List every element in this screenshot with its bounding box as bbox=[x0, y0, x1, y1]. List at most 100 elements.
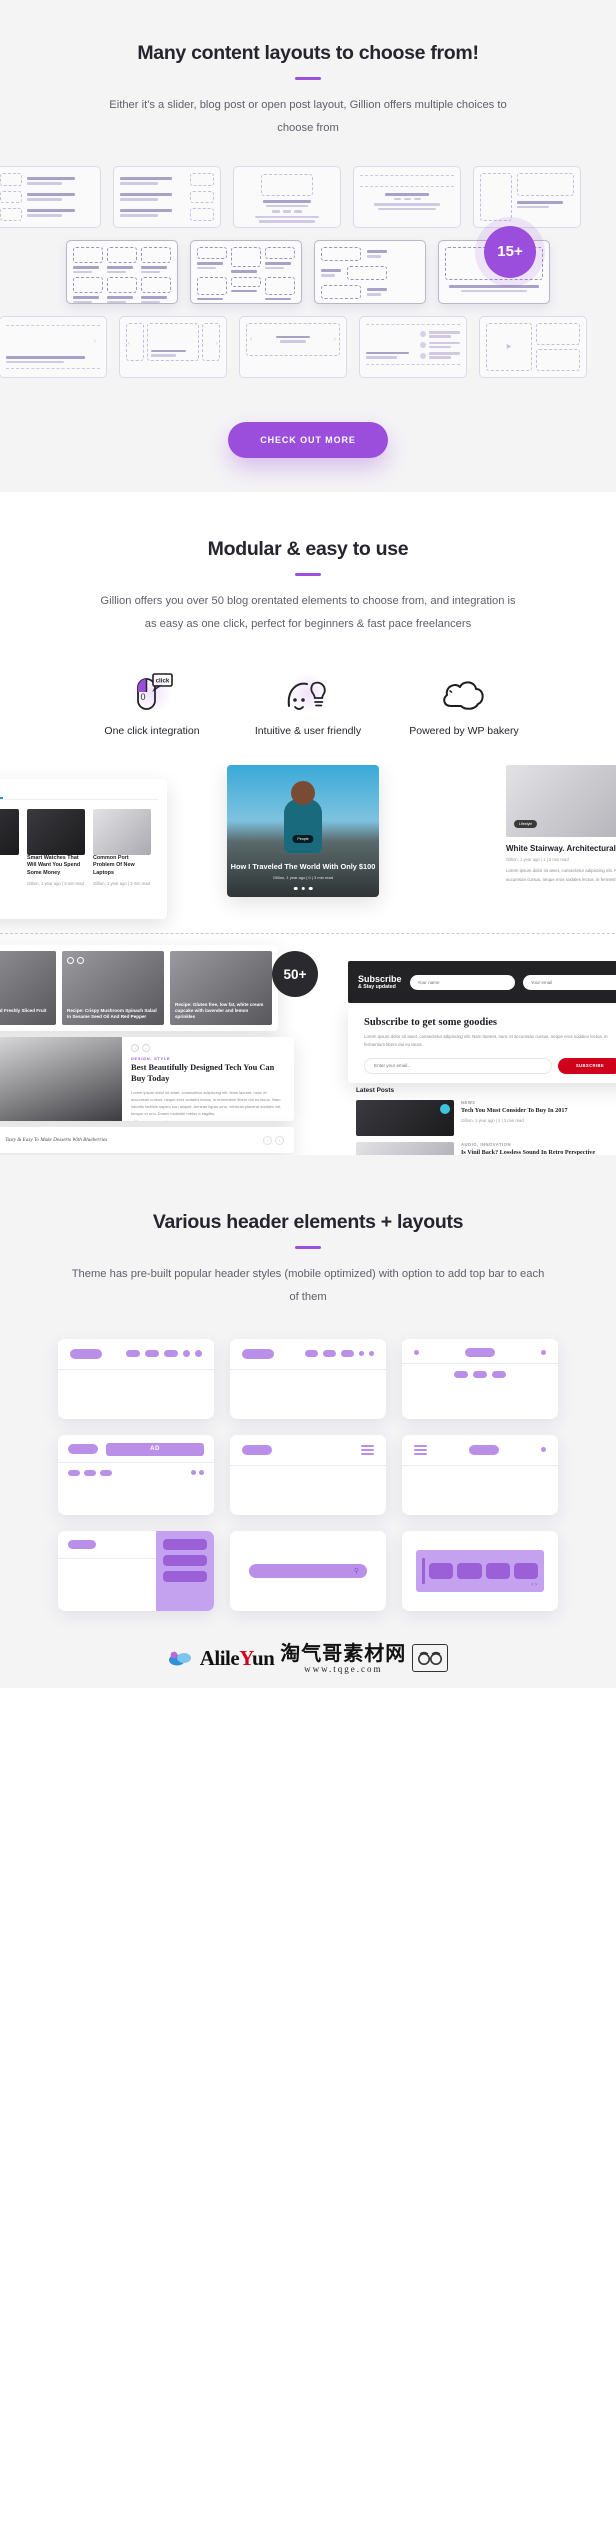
post-title[interactable]: Tech You Must Consider To Buy In 2017 bbox=[461, 1107, 616, 1115]
mouse-click-icon: 0 click bbox=[96, 670, 208, 714]
recipe-item[interactable]: Recipe: Always Add Freshly Sliced Fruit … bbox=[0, 951, 56, 1026]
layout-thumb-list-stack[interactable] bbox=[314, 239, 426, 304]
search-input[interactable]: ⚲ bbox=[249, 1563, 367, 1578]
post-category[interactable]: AUDIO, INNOVATION bbox=[461, 1142, 616, 1147]
header-style-logo-left[interactable] bbox=[58, 1338, 214, 1419]
headers-divider bbox=[295, 1246, 321, 1250]
feature-post-card[interactable]: ‹ › DESIGN, STYLE Best Beautifully Desig… bbox=[0, 1037, 294, 1122]
menu-placeholder[interactable] bbox=[402, 1364, 558, 1378]
layout-thumb-single-image[interactable] bbox=[233, 165, 341, 228]
layout-thumb-slider-single[interactable]: ‹ › bbox=[239, 315, 347, 378]
layout-thumb-two-column[interactable] bbox=[473, 165, 581, 228]
recipe-label: Recipe: bbox=[175, 1002, 192, 1008]
watermark: AlileYun 淘气哥素材网 www.tqge.com bbox=[0, 1632, 616, 1688]
post-title[interactable]: White Stairway. Architectural marvel! bbox=[506, 844, 616, 854]
subscribe-card-text: Lorem ipsum dolor sit amet, consectetur … bbox=[364, 1034, 608, 1047]
recipe-nav-arrows[interactable] bbox=[67, 957, 84, 965]
hamburger-icon[interactable] bbox=[414, 1444, 427, 1455]
feature-label: Intuitive & user friendly bbox=[254, 724, 362, 737]
header-style-with-ad[interactable]: AD bbox=[58, 1434, 214, 1515]
layout-thumb-list-right[interactable] bbox=[113, 165, 221, 228]
recipe-item[interactable]: Recipe: Gluten free, low fat, white crea… bbox=[170, 951, 272, 1026]
elements-count-badge: 50+ bbox=[272, 951, 318, 998]
post-meta: Gillion, 1 year ago | 1 | 3 min read bbox=[506, 857, 569, 863]
gadgets-tab[interactable]: GADGETS bbox=[0, 787, 158, 793]
gadgets-card[interactable]: GADGETS Smart Watches That Will Want You… bbox=[0, 779, 167, 920]
ad-label: AD bbox=[150, 1446, 160, 1453]
layout-thumb-masonry[interactable] bbox=[190, 239, 302, 304]
post-excerpt: Lorem ipsum dolor sit amet, consectetur … bbox=[131, 1089, 282, 1116]
list-item[interactable]: AUDIO, INNOVATION Is Vinil Back? Lossles… bbox=[356, 1142, 616, 1156]
post-title[interactable]: Smart Watches That Will Want You Spend S… bbox=[27, 855, 85, 878]
headers-section: Various header elements + layouts Theme … bbox=[0, 1155, 616, 1688]
post-nav-arrows[interactable]: ‹ › bbox=[131, 1044, 285, 1053]
post-meta: Gillion, 1 year ago | 3 min read bbox=[93, 881, 150, 887]
trending-nav-arrows[interactable]: ‹ › bbox=[263, 1135, 284, 1145]
search-icon[interactable] bbox=[541, 1349, 546, 1355]
carousel-arrows[interactable]: ‹ › bbox=[531, 1582, 537, 1588]
hero-slider-card[interactable]: People How I Traveled The World With Onl… bbox=[227, 765, 379, 898]
layout-thumb-list-left[interactable] bbox=[0, 165, 101, 228]
layout-thumb-sidebar-list[interactable] bbox=[359, 315, 467, 378]
post-meta: Gillion, 1 year ago | 3 min read bbox=[27, 881, 84, 887]
menu-placeholder[interactable] bbox=[305, 1350, 374, 1358]
post-title[interactable]: Common Port Problem Of New Laptops bbox=[93, 855, 151, 878]
layout-thumb-grid-6[interactable] bbox=[66, 239, 178, 304]
layout-thumb-slider-next[interactable]: › bbox=[0, 315, 107, 378]
social-icons[interactable] bbox=[191, 1470, 204, 1476]
subscribe-title: Subscribe bbox=[358, 974, 402, 985]
header-style-side-menu[interactable] bbox=[58, 1530, 214, 1611]
subscribe-email-input[interactable] bbox=[522, 974, 616, 990]
watermark-cn-top: 淘气哥素材网 bbox=[280, 1640, 407, 1665]
post-category[interactable]: DESIGN, STYLE bbox=[131, 1057, 285, 1061]
check-out-more-button[interactable]: CHECK OUT MORE bbox=[228, 421, 388, 458]
subscribe-submit-button[interactable]: SUBSCRIBE bbox=[558, 1057, 616, 1074]
mega-menu-panel[interactable]: ‹ › bbox=[416, 1549, 544, 1592]
recipe-item[interactable]: Recipe: Crispy Mushroom Spinach Salad In… bbox=[62, 951, 164, 1026]
layouts-heading-block: Many content layouts to choose from! Eit… bbox=[0, 42, 616, 140]
layout-thumb-wide-hero[interactable] bbox=[353, 165, 461, 228]
header-style-hamburger-right[interactable] bbox=[230, 1434, 386, 1515]
trending-bar[interactable]: Trending Tasty & Easy To Make Desserts W… bbox=[0, 1127, 294, 1154]
post-title[interactable]: Best Beautifully Designed Tech You Can B… bbox=[131, 1063, 285, 1085]
layout-thumb-carousel-3[interactable]: ‹ › bbox=[119, 315, 227, 378]
social-icon[interactable] bbox=[414, 1349, 419, 1355]
subscribe-name-input[interactable] bbox=[409, 974, 515, 990]
post-category-badge: Lifestyle bbox=[514, 820, 538, 829]
header-style-search-bar[interactable]: ⚲ bbox=[230, 1530, 386, 1611]
header-style-mega-menu[interactable]: ‹ › bbox=[402, 1530, 558, 1611]
post-thumb-cell[interactable] bbox=[0, 808, 19, 886]
list-item[interactable]: Smart Watches That Will Want You Spend S… bbox=[27, 808, 85, 887]
logo-placeholder bbox=[242, 1348, 274, 1359]
menu-placeholder[interactable] bbox=[68, 1469, 112, 1476]
right-post-card[interactable]: Lifestyle White Stairway. Architectural … bbox=[506, 765, 616, 884]
slider-dots[interactable] bbox=[293, 886, 313, 891]
hamburger-icon[interactable] bbox=[361, 1444, 374, 1455]
post-excerpt: Lorem ipsum dolor sit amet, consectetur … bbox=[506, 868, 616, 882]
ad-banner[interactable]: AD bbox=[106, 1442, 204, 1456]
list-item[interactable]: Common Port Problem Of New Laptops Gilli… bbox=[93, 808, 151, 887]
search-icon[interactable] bbox=[541, 1447, 546, 1453]
modular-section: Modular & easy to use Gillion offers you… bbox=[0, 491, 616, 1156]
list-item[interactable]: NEWS Tech You Must Consider To Buy In 20… bbox=[356, 1100, 616, 1137]
search-icon[interactable]: ⚲ bbox=[354, 1567, 359, 1575]
cloud-icon bbox=[408, 670, 520, 714]
post-category[interactable]: NEWS bbox=[461, 1100, 616, 1105]
watermark-cn: 淘气哥素材网 www.tqge.com bbox=[280, 1643, 406, 1674]
glasses-logo-icon bbox=[412, 1644, 449, 1673]
logo-placeholder bbox=[68, 1444, 98, 1455]
layout-thumb-split-media[interactable]: ▶ bbox=[479, 315, 587, 378]
header-style-centered-logo[interactable] bbox=[402, 1338, 558, 1419]
header-style-logo-menu-icons[interactable] bbox=[230, 1338, 386, 1419]
subscribe-bar[interactable]: Subscribe & Stay updated bbox=[348, 961, 616, 1004]
recipe-title[interactable]: Always Add Freshly Sliced Fruit To Meal bbox=[0, 1008, 47, 1019]
layouts-count-badge: 15+ bbox=[484, 225, 536, 278]
header-style-hamburger-left[interactable] bbox=[402, 1434, 558, 1515]
hero-title[interactable]: How I Traveled The World With Only $100 bbox=[227, 862, 379, 871]
subscribe-card[interactable]: Subscribe to get some goodies Lorem ipsu… bbox=[348, 1005, 616, 1084]
side-menu-panel[interactable] bbox=[156, 1530, 214, 1611]
subscribe-email-field[interactable] bbox=[364, 1057, 552, 1074]
cloud-icon-svg bbox=[443, 681, 484, 710]
trending-title[interactable]: Tasty & Easy To Make Desserts With Blueb… bbox=[5, 1137, 255, 1143]
menu-placeholder[interactable] bbox=[126, 1350, 202, 1358]
